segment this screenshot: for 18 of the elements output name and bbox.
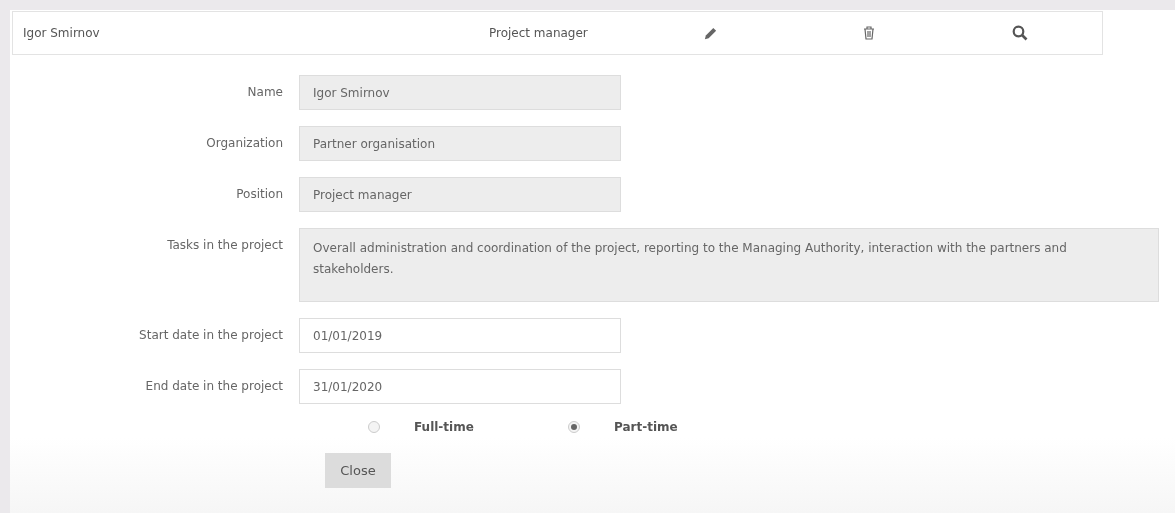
pencil-icon[interactable] xyxy=(703,25,718,41)
field-label: End date in the project xyxy=(144,378,284,395)
trash-icon[interactable] xyxy=(863,26,875,40)
radio-button[interactable] xyxy=(568,421,580,433)
close-button[interactable]: Close xyxy=(325,453,391,488)
person-position: Project manager xyxy=(489,25,589,42)
radio-label: Part-time xyxy=(614,419,678,436)
field-label: Name xyxy=(246,84,284,101)
field-label: Start date in the project xyxy=(138,327,284,344)
radio-button[interactable] xyxy=(368,421,380,433)
field-label: Tasks in the project xyxy=(166,237,284,254)
input-field[interactable]: 01/01/2019 xyxy=(299,318,621,353)
radio-label: Full-time xyxy=(414,419,474,436)
search-icon[interactable] xyxy=(1012,25,1028,41)
field-label: Position xyxy=(235,186,284,203)
field-label: Organization xyxy=(205,135,284,152)
person-name: Igor Smirnov xyxy=(22,25,101,42)
input-field[interactable]: 31/01/2020 xyxy=(299,369,621,404)
